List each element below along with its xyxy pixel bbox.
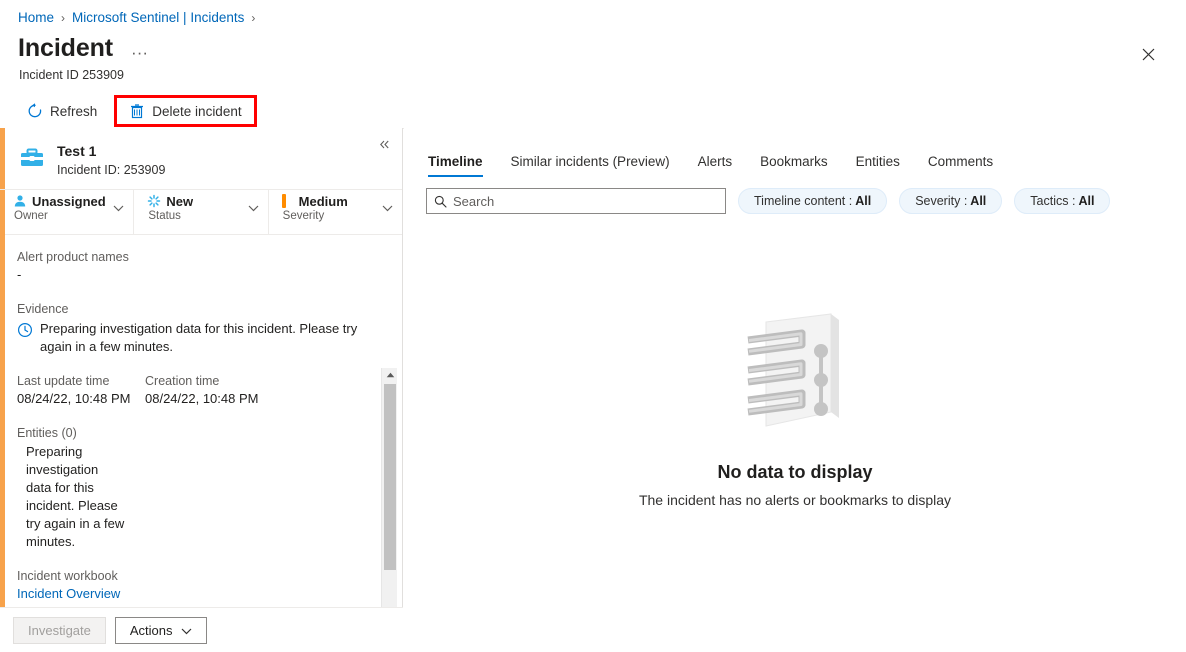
trash-icon (129, 103, 145, 119)
breadcrumb-separator-icon: › (251, 9, 255, 27)
empty-state: No data to display The incident has no a… (404, 308, 1186, 508)
evidence-field: Evidence Preparing investigation data fo… (17, 301, 372, 356)
incident-details-body: Alert product names - Evidence Preparing… (0, 235, 402, 608)
tab-entities[interactable]: Entities (842, 142, 914, 180)
clock-icon (17, 322, 33, 338)
page-title: Incident (18, 34, 113, 63)
owner-value: Unassigned (32, 194, 106, 209)
more-options-icon[interactable]: ··· (127, 47, 152, 59)
creation-time-label: Creation time (145, 373, 273, 390)
search-icon (434, 195, 447, 208)
incident-meta-row: Unassigned Owner (0, 190, 402, 235)
empty-state-subtitle: The incident has no alerts or bookmarks … (639, 492, 951, 508)
caret-up-icon (386, 372, 395, 378)
filter-tactics-value: All (1078, 194, 1094, 208)
investigate-button[interactable]: Investigate (13, 617, 106, 644)
new-status-icon (147, 194, 161, 208)
tab-similar-incidents[interactable]: Similar incidents (Preview) (497, 142, 684, 180)
breadcrumb-item-sentinel-incidents[interactable]: Microsoft Sentinel | Incidents (72, 9, 244, 27)
chevron-down-icon (181, 623, 192, 638)
no-data-illustration-icon (736, 308, 854, 436)
entities-label: Entities (0) (17, 425, 372, 442)
incident-workbook-label: Incident workbook (17, 568, 372, 585)
scrollbar-thumb[interactable] (384, 384, 396, 570)
severity-bar-icon (282, 194, 286, 208)
close-button[interactable] (1134, 40, 1162, 68)
entities-text: Preparing investigation data for this in… (17, 443, 127, 551)
delete-incident-label: Delete incident (152, 104, 241, 119)
owner-label: Owner (13, 210, 127, 222)
tab-comments[interactable]: Comments (914, 142, 1007, 180)
filter-severity-label: Severity : (915, 194, 967, 208)
creation-time-field: Creation time 08/24/22, 10:48 PM (145, 373, 273, 408)
timestamps-row: Last update time 08/24/22, 10:48 PM Crea… (17, 373, 372, 408)
incident-summary-header: Test 1 Incident ID: 253909 (0, 128, 402, 190)
content-tabs: Timeline Similar incidents (Preview) Ale… (404, 140, 1186, 180)
alert-product-names-value: - (17, 266, 372, 284)
incident-workbook-field: Incident workbook Incident Overview (17, 568, 372, 603)
filter-timeline-content[interactable]: Timeline content : All (738, 188, 887, 214)
tab-bookmarks[interactable]: Bookmarks (746, 142, 842, 180)
actions-label: Actions (130, 623, 173, 638)
page-subtitle: Incident ID 253909 (19, 68, 124, 82)
close-icon (1142, 48, 1155, 61)
severity-dropdown[interactable]: Medium Severity (268, 190, 402, 235)
filter-severity-value: All (970, 194, 986, 208)
empty-state-title: No data to display (717, 462, 872, 483)
delete-incident-button[interactable]: Delete incident (120, 96, 250, 126)
filter-severity[interactable]: Severity : All (899, 188, 1002, 214)
breadcrumb-item-home[interactable]: Home (18, 9, 54, 27)
filter-timeline-content-value: All (855, 194, 871, 208)
filter-tactics[interactable]: Tactics : All (1014, 188, 1110, 214)
refresh-button[interactable]: Refresh (18, 96, 106, 126)
actions-button[interactable]: Actions (115, 617, 207, 644)
scroll-up-button[interactable] (382, 368, 398, 382)
tab-timeline[interactable]: Timeline (414, 142, 497, 180)
title-row: Incident ··· (18, 34, 152, 63)
alert-product-names-field: Alert product names - (17, 249, 372, 284)
incident-overview-link[interactable]: Incident Overview (17, 585, 372, 603)
person-icon (13, 194, 27, 208)
breadcrumb-separator-icon: › (61, 9, 65, 27)
last-update-field: Last update time 08/24/22, 10:48 PM (17, 373, 145, 408)
incident-id: Incident ID: 253909 (57, 161, 165, 179)
alert-product-names-label: Alert product names (17, 249, 372, 266)
refresh-label: Refresh (50, 104, 97, 119)
incident-details-panel: Test 1 Incident ID: 253909 Unassigned (0, 128, 403, 652)
incident-content-pane: Timeline Similar incidents (Preview) Ale… (404, 128, 1186, 652)
entities-field: Entities (0) Preparing investigation dat… (17, 425, 372, 551)
incident-actions-footer: Investigate Actions (0, 607, 403, 652)
severity-value: Medium (299, 194, 348, 209)
refresh-icon (27, 103, 43, 119)
incident-name: Test 1 (57, 142, 165, 160)
delete-incident-highlight: Delete incident (114, 95, 256, 127)
chevron-down-icon (113, 199, 124, 217)
search-input[interactable] (453, 194, 703, 209)
filter-tactics-label: Tactics : (1030, 194, 1075, 208)
filter-timeline-content-label: Timeline content : (754, 194, 852, 208)
last-update-value: 08/24/22, 10:48 PM (17, 390, 145, 408)
evidence-label: Evidence (17, 301, 372, 318)
status-dropdown[interactable]: New Status (133, 190, 267, 235)
chevron-down-icon (248, 199, 259, 217)
search-box[interactable] (426, 188, 726, 214)
status-value: New (166, 194, 193, 209)
chevron-down-icon (382, 199, 393, 217)
status-label: Status (147, 210, 261, 222)
incident-page: Home › Microsoft Sentinel | Incidents › … (0, 0, 1186, 652)
collapse-panel-button[interactable] (374, 134, 394, 154)
chevron-double-left-icon (379, 139, 390, 150)
filter-bar: Timeline content : All Severity : All Ta… (404, 180, 1186, 214)
briefcase-icon (18, 144, 46, 172)
severity-label: Severity (282, 210, 396, 222)
command-bar: Refresh Delete incident (18, 96, 257, 126)
tab-alerts[interactable]: Alerts (684, 142, 747, 180)
breadcrumb: Home › Microsoft Sentinel | Incidents › (18, 9, 255, 27)
last-update-label: Last update time (17, 373, 145, 390)
evidence-text: Preparing investigation data for this in… (40, 320, 360, 356)
creation-time-value: 08/24/22, 10:48 PM (145, 390, 273, 408)
owner-dropdown[interactable]: Unassigned Owner (0, 190, 133, 235)
